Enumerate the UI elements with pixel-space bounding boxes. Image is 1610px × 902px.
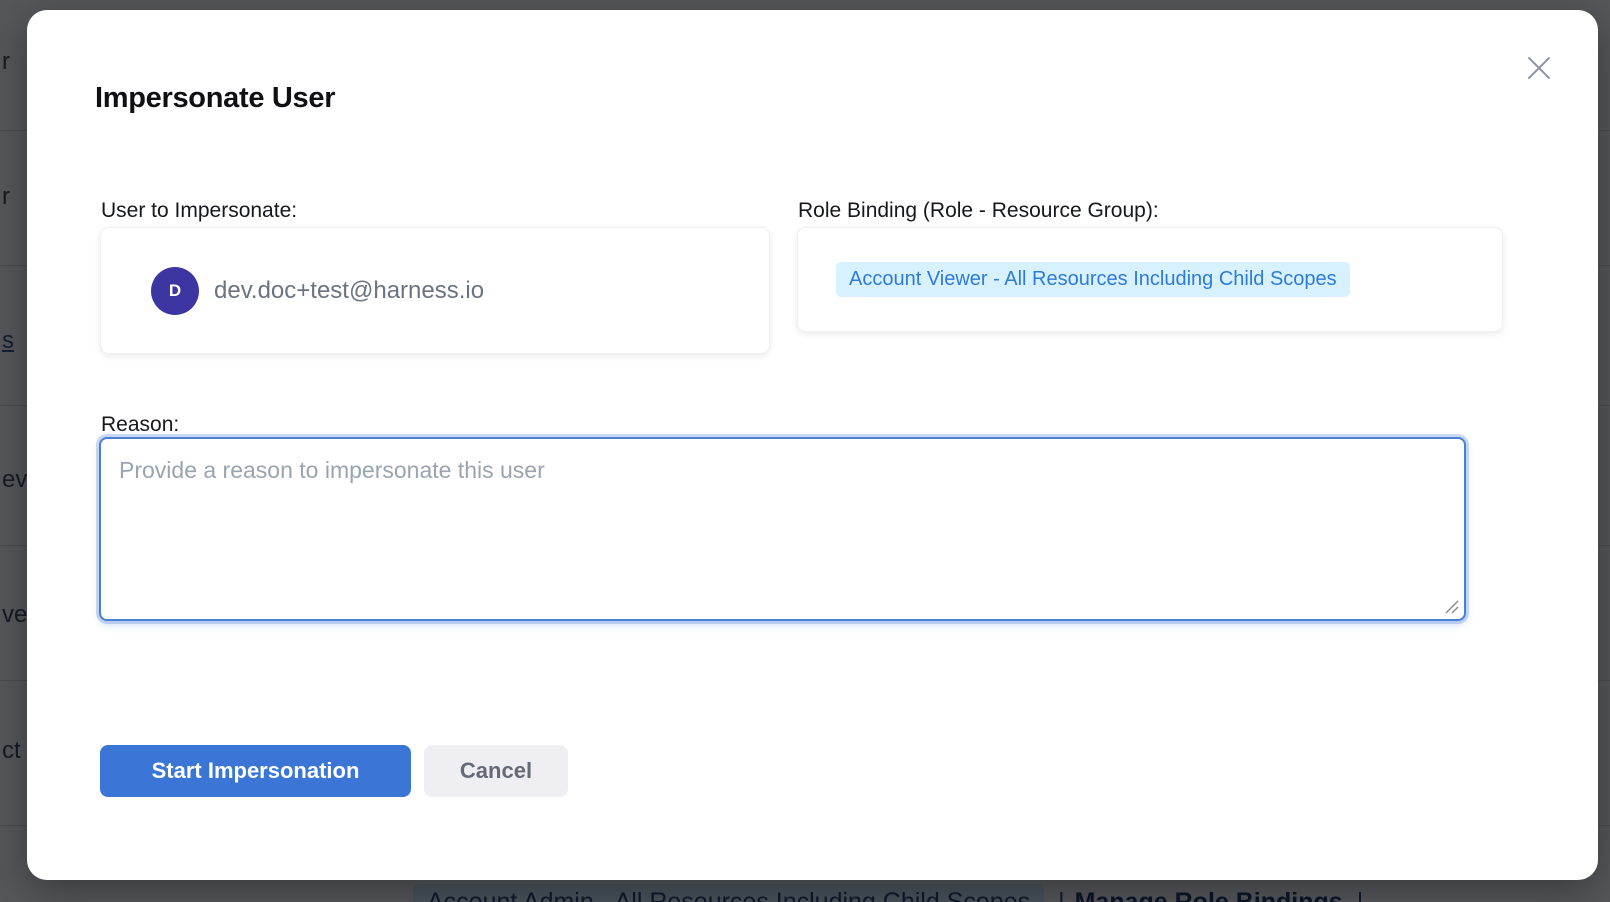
impersonate-user-modal: Impersonate User User to Impersonate: D … bbox=[27, 10, 1598, 880]
resize-handle[interactable] bbox=[1442, 597, 1460, 615]
reason-label: Reason: bbox=[101, 413, 179, 437]
start-impersonation-button[interactable]: Start Impersonation bbox=[100, 745, 411, 797]
modal-title: Impersonate User bbox=[95, 82, 335, 115]
close-icon bbox=[1524, 53, 1554, 83]
cancel-button[interactable]: Cancel bbox=[424, 745, 568, 797]
user-card: D dev.doc+test@harness.io bbox=[100, 227, 770, 354]
reason-input[interactable] bbox=[99, 437, 1466, 621]
modal-actions: Start Impersonation Cancel bbox=[100, 745, 568, 797]
user-to-impersonate-label: User to Impersonate: bbox=[101, 199, 297, 223]
role-binding-chip: Account Viewer - All Resources Including… bbox=[836, 262, 1350, 297]
user-avatar: D bbox=[151, 267, 199, 315]
screen: r r s ev ve ct Account Admin - All Resou… bbox=[0, 0, 1610, 902]
role-binding-card: Account Viewer - All Resources Including… bbox=[797, 227, 1503, 332]
reason-field-wrapper bbox=[99, 437, 1466, 621]
close-button[interactable] bbox=[1519, 48, 1559, 88]
resize-grip-icon bbox=[1442, 597, 1460, 615]
role-binding-label: Role Binding (Role - Resource Group): bbox=[798, 199, 1159, 223]
user-email: dev.doc+test@harness.io bbox=[214, 277, 484, 305]
